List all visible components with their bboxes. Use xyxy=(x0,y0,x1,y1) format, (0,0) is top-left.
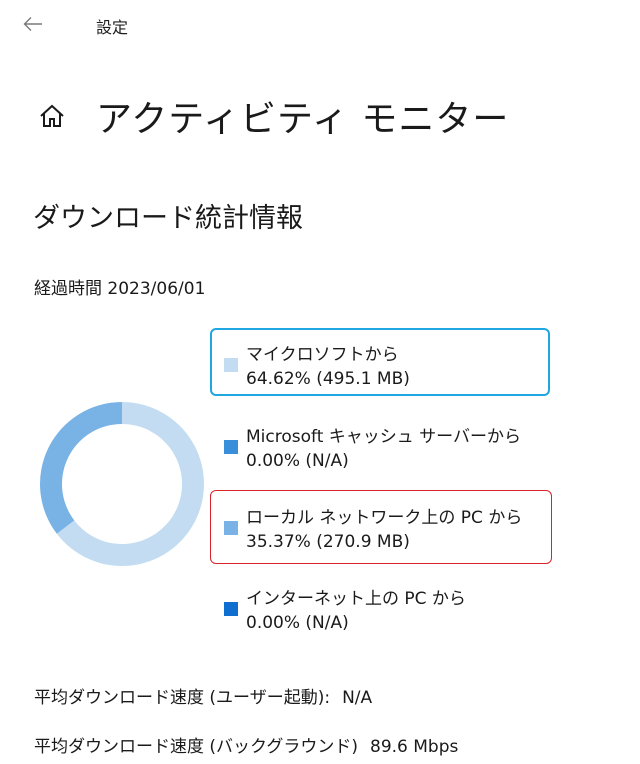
avg-speed-background: 平均ダウンロード速度 (バックグラウンド) 89.6 Mbps xyxy=(34,732,458,757)
legend-label: ローカル ネットワーク上の PC から xyxy=(246,508,523,528)
legend-value: 64.62% (495.1 MB) xyxy=(246,369,410,389)
home-button[interactable] xyxy=(32,96,72,136)
donut-slice-2 xyxy=(40,402,122,534)
legend-label: インターネット上の PC から xyxy=(246,589,466,609)
legend-label: Microsoft キャッシュ サーバーから xyxy=(246,427,522,447)
section-title: ダウンロード統計情報 xyxy=(33,203,303,234)
legend-value: 35.37% (270.9 MB) xyxy=(246,532,410,552)
home-icon xyxy=(40,104,64,127)
back-button[interactable] xyxy=(18,10,48,38)
legend-swatch xyxy=(224,521,238,535)
legend-value: 0.00% (N/A) xyxy=(246,613,349,633)
legend-item-internet: インターネット上の PC から 0.00% (N/A) xyxy=(222,578,552,640)
avg-speed-background-value: 89.6 Mbps xyxy=(370,737,459,757)
avg-speed-foreground-label: 平均ダウンロード速度 (ユーザー起動): xyxy=(34,688,331,708)
legend-value: 0.00% (N/A) xyxy=(246,451,349,471)
elapsed-time: 経過時間 2023/06/01 xyxy=(34,279,206,299)
download-source-donut-chart xyxy=(40,402,204,566)
window-title: 設定 xyxy=(96,18,129,37)
avg-speed-foreground: 平均ダウンロード速度 (ユーザー起動): N/A xyxy=(34,683,372,708)
legend-item-microsoft: マイクロソフトから 64.62% (495.1 MB) xyxy=(222,334,552,396)
legend-item-local-network: ローカル ネットワーク上の PC から 35.37% (270.9 MB) xyxy=(222,497,552,559)
avg-speed-foreground-value: N/A xyxy=(342,688,373,708)
back-arrow-icon xyxy=(23,17,42,31)
legend-item-microsoft-cache-server: Microsoft キャッシュ サーバーから 0.00% (N/A) xyxy=(222,416,552,478)
avg-speed-background-label: 平均ダウンロード速度 (バックグラウンド) xyxy=(34,737,358,757)
page-title: アクティビティ モニター xyxy=(96,99,510,140)
page-header: アクティビティ モニター xyxy=(32,88,509,144)
title-bar: 設定 xyxy=(0,0,640,48)
legend-label: マイクロソフトから xyxy=(246,345,399,365)
legend-swatch xyxy=(224,358,238,372)
legend-swatch xyxy=(224,602,238,616)
legend-swatch xyxy=(224,440,238,454)
